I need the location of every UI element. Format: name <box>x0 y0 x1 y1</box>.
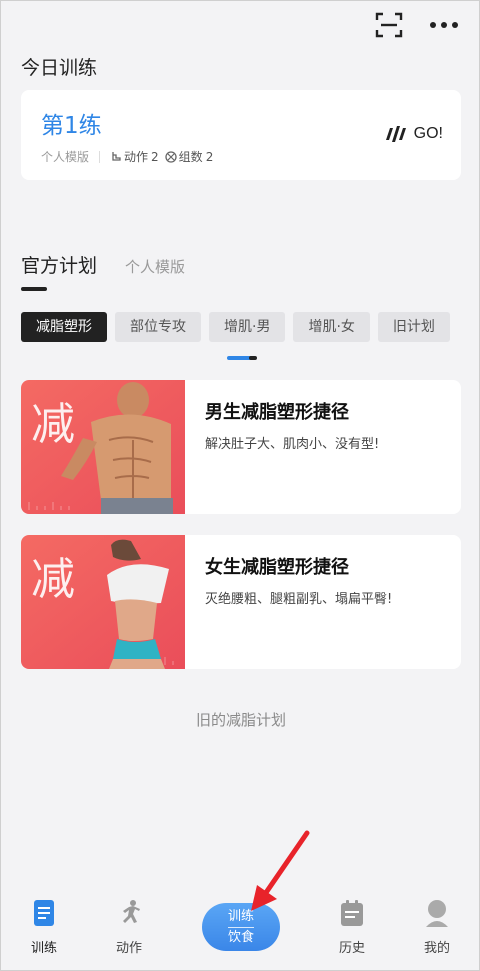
scan-icon[interactable] <box>375 12 403 38</box>
bottom-nav: 训练 动作 训练 饮食 历史 我的 <box>1 889 480 971</box>
today-section-title: 今日训练 <box>21 57 98 79</box>
plan-title: 女生减脂塑形捷径 <box>205 557 349 578</box>
nav-item-training[interactable]: 训练 <box>14 899 74 956</box>
nav-label: 训练 <box>30 941 57 956</box>
nav-label: 我的 <box>423 941 450 956</box>
calendar-icon <box>341 900 363 926</box>
runner-icon <box>123 900 140 923</box>
chip-body-part[interactable]: 部位专攻 <box>115 312 201 342</box>
plan-title: 男生减脂塑形捷径 <box>205 402 349 423</box>
sets-stat: 组数 2 <box>165 148 214 165</box>
nav-item-mine[interactable]: 我的 <box>407 899 467 956</box>
tab-personal-templates[interactable]: 个人模版 <box>125 256 185 277</box>
sets-label: 组数 <box>178 150 203 164</box>
tab-official-plans[interactable]: 官方计划 <box>21 251 97 278</box>
nav-item-moves[interactable]: 动作 <box>99 899 159 956</box>
sets-count: 2 <box>205 149 214 164</box>
more-icon[interactable] <box>429 17 461 33</box>
plan-thumbnail: 减 <box>21 380 185 514</box>
today-workout-card[interactable]: 第1练 个人模版 动作 2 组数 2 GO! <box>21 90 461 180</box>
workout-name: 第1练 <box>41 113 102 139</box>
go-button[interactable]: GO! <box>384 124 443 144</box>
plan-card-male[interactable]: 减 男生减脂塑形捷径 解决肚子大、肌肉小、没有型! <box>21 380 461 514</box>
workout-meta: 个人模版 动作 2 组数 2 <box>41 148 219 165</box>
plan-desc: 解决肚子大、肌肉小、没有型! <box>205 437 380 452</box>
template-label: 个人模版 <box>41 150 90 164</box>
active-tab-indicator <box>21 287 47 291</box>
chip-scroll-indicator <box>227 356 257 360</box>
nav-item-history[interactable]: 历史 <box>322 899 382 956</box>
center-divider <box>228 927 254 928</box>
moves-stat: 动作 2 <box>110 148 159 165</box>
plan-card-female[interactable]: 减 女生减脂塑形捷径 灭绝腰粗、腿粗副乳、塌扁平臀! <box>21 535 461 669</box>
chip-fat-loss[interactable]: 减脂塑形 <box>21 312 107 342</box>
doc-icon <box>34 900 54 926</box>
chip-old-plans[interactable]: 旧计划 <box>377 312 450 342</box>
divider <box>99 150 101 163</box>
chip-muscle-female[interactable]: 增肌·女 <box>293 312 370 342</box>
user-icon <box>426 900 448 927</box>
dumbbell-icon <box>112 151 121 161</box>
plan-thumbnail: 减 <box>21 535 185 669</box>
plan-category-chips: 减脂塑形 部位专攻 增肌·男 增肌·女 旧计划 <box>21 312 461 342</box>
plan-desc: 灭绝腰粗、腿粗副乳、塌扁平臀! <box>205 592 393 607</box>
moves-label: 动作 <box>124 150 149 164</box>
moves-count: 2 <box>151 149 159 164</box>
old-plans-link[interactable]: 旧的减脂计划 <box>1 709 480 730</box>
thumb-char: 减 <box>31 399 75 450</box>
annotation-arrow-icon <box>251 830 310 911</box>
center-bottom-label: 饮食 <box>227 930 254 945</box>
go-bars-icon <box>385 126 406 142</box>
thumb-char: 减 <box>31 554 75 605</box>
sets-icon <box>165 150 177 163</box>
top-bar <box>1 1 480 51</box>
plan-tabs: 官方计划 个人模版 <box>21 251 185 278</box>
go-label: GO! <box>413 125 443 142</box>
nav-label: 历史 <box>338 941 365 956</box>
nav-label: 动作 <box>115 941 142 956</box>
chip-muscle-male[interactable]: 增肌·男 <box>209 312 286 342</box>
